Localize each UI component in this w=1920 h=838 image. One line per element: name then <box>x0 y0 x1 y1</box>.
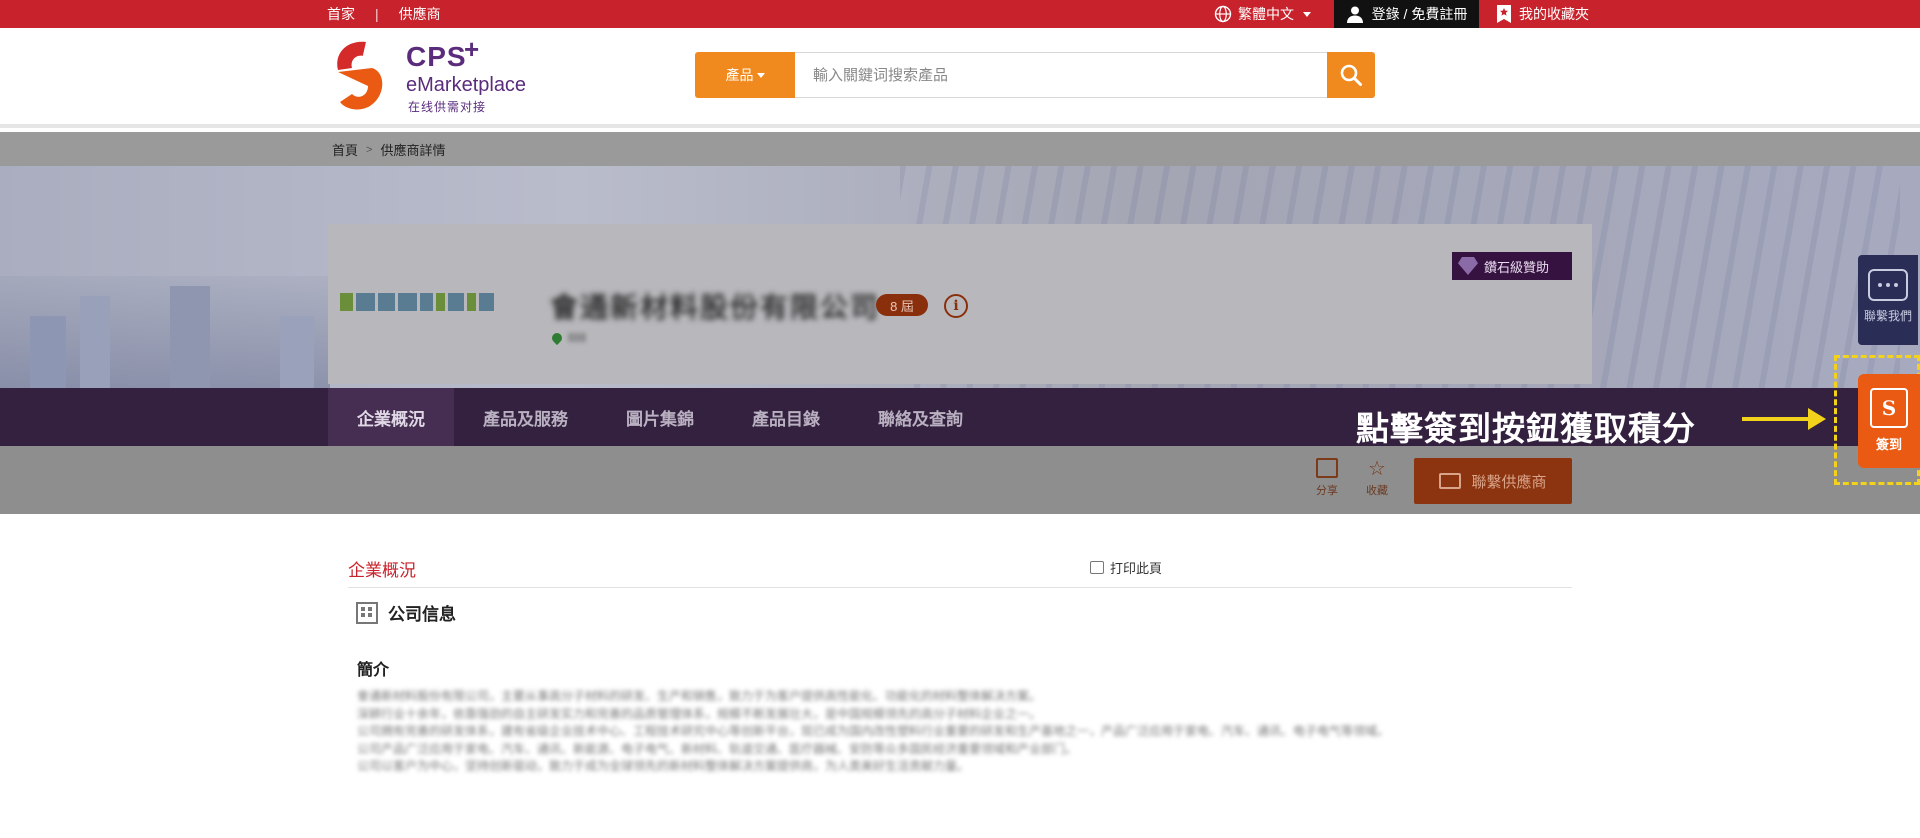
building-shape <box>280 316 314 388</box>
printer-icon <box>1090 561 1104 574</box>
company-info-heading: 公司信息 <box>356 600 456 625</box>
building-shape <box>170 286 210 388</box>
contact-supplier-button[interactable]: 聯繫供應商 <box>1414 458 1572 504</box>
share-icon <box>1316 458 1338 478</box>
signin-label: 簽到 <box>1875 437 1902 452</box>
favorites-link[interactable]: 我的收藏夾 <box>1497 0 1589 28</box>
search-input[interactable] <box>795 52 1327 98</box>
company-name: 會通新材料股份有限公司 <box>550 292 881 323</box>
company-location: IIIII <box>549 330 587 345</box>
logo-subtitle: 在线供需对接 <box>408 100 487 114</box>
section-title: 企業概況 <box>348 561 416 580</box>
chevron-down-icon <box>756 72 765 78</box>
search-bar: 產品 <box>695 52 1375 98</box>
sponsor-label: 鑽石級贊助 <box>1484 259 1550 275</box>
logo-cps-text: CPS <box>406 41 467 72</box>
tab-gallery[interactable]: 圖片集錦 <box>597 388 723 446</box>
overview-content: 企業概況 打印此頁 公司信息 簡介 會通新材料股份有限公司，主要从事高分子材料的… <box>348 550 1572 773</box>
supplier-tabs: 企業概況 產品及服務 圖片集錦 產品目錄 聯絡及查詢 <box>328 388 992 446</box>
right-arrow-icon <box>1742 408 1826 430</box>
supplier-banner: 會通新材料股份有限公司 8 屆 i IIIII 鑽石級贊助 <box>0 166 1920 388</box>
building-shape <box>30 316 66 388</box>
top-bar: 首家 | 供應商 繁體中文 登錄 / 免費註冊 我的收藏夾 <box>0 0 1920 28</box>
chevron-down-icon <box>1303 11 1311 17</box>
login-label: 登錄 / 免費註冊 <box>1371 6 1468 22</box>
search-icon <box>1340 64 1362 86</box>
edition-badge: 8 屆 <box>876 294 928 316</box>
bookmark-star-icon <box>1497 5 1511 23</box>
search-category-label: 產品 <box>725 67 754 83</box>
mail-icon <box>1439 473 1462 489</box>
search-button[interactable] <box>1327 52 1375 98</box>
company-info-label: 公司信息 <box>388 605 456 624</box>
cps-logo-mark-icon <box>337 41 383 110</box>
contact-us-float-button[interactable]: 聯繫我們 <box>1858 255 1918 345</box>
diamond-icon <box>1458 257 1478 275</box>
logo-emarketplace-text: eMarketplace <box>406 74 527 96</box>
print-label: 打印此頁 <box>1110 561 1163 576</box>
collect-label: 收藏 <box>1366 485 1388 497</box>
breadcrumb-current: 供應商詳情 <box>380 143 446 158</box>
supplier-card: 會通新材料股份有限公司 8 屆 i IIIII 鑽石級贊助 <box>328 224 1592 384</box>
intro-line: 會通新材料股份有限公司，主要从事高分子材料的研发、生产和销售，致力于为客户提供高… <box>357 689 1042 703</box>
breadcrumb-bar: 首頁 > 供應商詳情 <box>0 132 1920 166</box>
print-button[interactable]: 打印此頁 <box>1090 558 1162 577</box>
language-label: 繁體中文 <box>1238 6 1294 22</box>
home-link[interactable]: 首家 <box>327 4 355 24</box>
cps-logo[interactable]: CPS + eMarketplace 在线供需对接 <box>330 34 540 116</box>
contact-supplier-label: 聯繫供應商 <box>1471 473 1547 491</box>
user-icon <box>1346 6 1363 23</box>
globe-icon <box>1214 5 1232 23</box>
location-pin-icon <box>549 330 565 345</box>
tab-overview[interactable]: 企業概況 <box>328 388 454 446</box>
intro-text: 會通新材料股份有限公司，主要从事高分子材料的研发、生产和销售，致力于为客户提供高… <box>357 688 1487 776</box>
tab-products-services[interactable]: 產品及服務 <box>454 388 597 446</box>
signin-button[interactable]: S 簽到 <box>1858 374 1920 468</box>
language-selector[interactable]: 繁體中文 <box>1214 0 1311 28</box>
breadcrumb: 首頁 > 供應商詳情 <box>332 140 445 159</box>
location-text: IIIII <box>568 330 587 345</box>
intro-line: 公司拥有完善的研发体系，建有省级企业技术中心、工程技术研究中心等创新平台，现已成… <box>357 724 1390 738</box>
intro-line: 公司产品广泛应用于家电、汽车、通讯、新能源、电子电气、新材料、轨道交通、医疗器械… <box>357 741 1078 756</box>
share-button[interactable]: 分享 <box>1312 458 1342 498</box>
contact-us-label: 聯繫我們 <box>1863 309 1912 323</box>
action-bar: 分享 ☆ 收藏 聯繫供應商 <box>0 446 1920 514</box>
logo-plus: + <box>464 34 480 64</box>
tab-catalog[interactable]: 產品目錄 <box>723 388 849 446</box>
tab-contact[interactable]: 聯絡及查詢 <box>849 388 992 446</box>
star-icon: ☆ <box>1368 458 1386 480</box>
intro-heading: 簡介 <box>357 662 390 679</box>
building-shape <box>80 296 110 388</box>
signin-icon: S <box>1870 388 1908 428</box>
collect-button[interactable]: ☆ 收藏 <box>1362 458 1392 498</box>
breadcrumb-separator-icon: > <box>366 143 373 156</box>
info-icon[interactable]: i <box>944 294 968 318</box>
supplier-hero: 首頁 > 供應商詳情 會通新材料股份有限公司 8 屆 i IIIII 鑽石級贊助 <box>0 132 1920 514</box>
section-header: 企業概況 打印此頁 <box>348 550 1572 588</box>
site-header: CPS + eMarketplace 在线供需对接 產品 <box>0 28 1920 128</box>
signin-hint-text: 點擊簽到按鈕獲取積分 <box>1356 410 1696 447</box>
building-icon <box>356 601 378 624</box>
top-links: 首家 | 供應商 <box>327 0 441 28</box>
search-category-dropdown[interactable]: 產品 <box>695 52 795 98</box>
breadcrumb-home[interactable]: 首頁 <box>332 140 358 159</box>
company-logo <box>340 290 495 314</box>
top-divider: | <box>375 6 379 22</box>
suppliers-link[interactable]: 供應商 <box>399 4 441 24</box>
share-label: 分享 <box>1316 485 1338 497</box>
favorites-label: 我的收藏夾 <box>1519 6 1589 22</box>
intro-line: 深耕行业十余年，依靠强劲的自主研发实力和完善的品质管理体系，规模不断发展壮大，是… <box>357 706 1042 721</box>
diamond-sponsor-badge: 鑽石級贊助 <box>1452 252 1572 280</box>
intro-line: 公司以客户为中心，坚持创新驱动，致力于成为全球领先的新材料整体解决方案提供商，为… <box>357 759 970 773</box>
login-register-button[interactable]: 登錄 / 免費註冊 <box>1334 0 1479 28</box>
chat-icon <box>1868 269 1908 301</box>
